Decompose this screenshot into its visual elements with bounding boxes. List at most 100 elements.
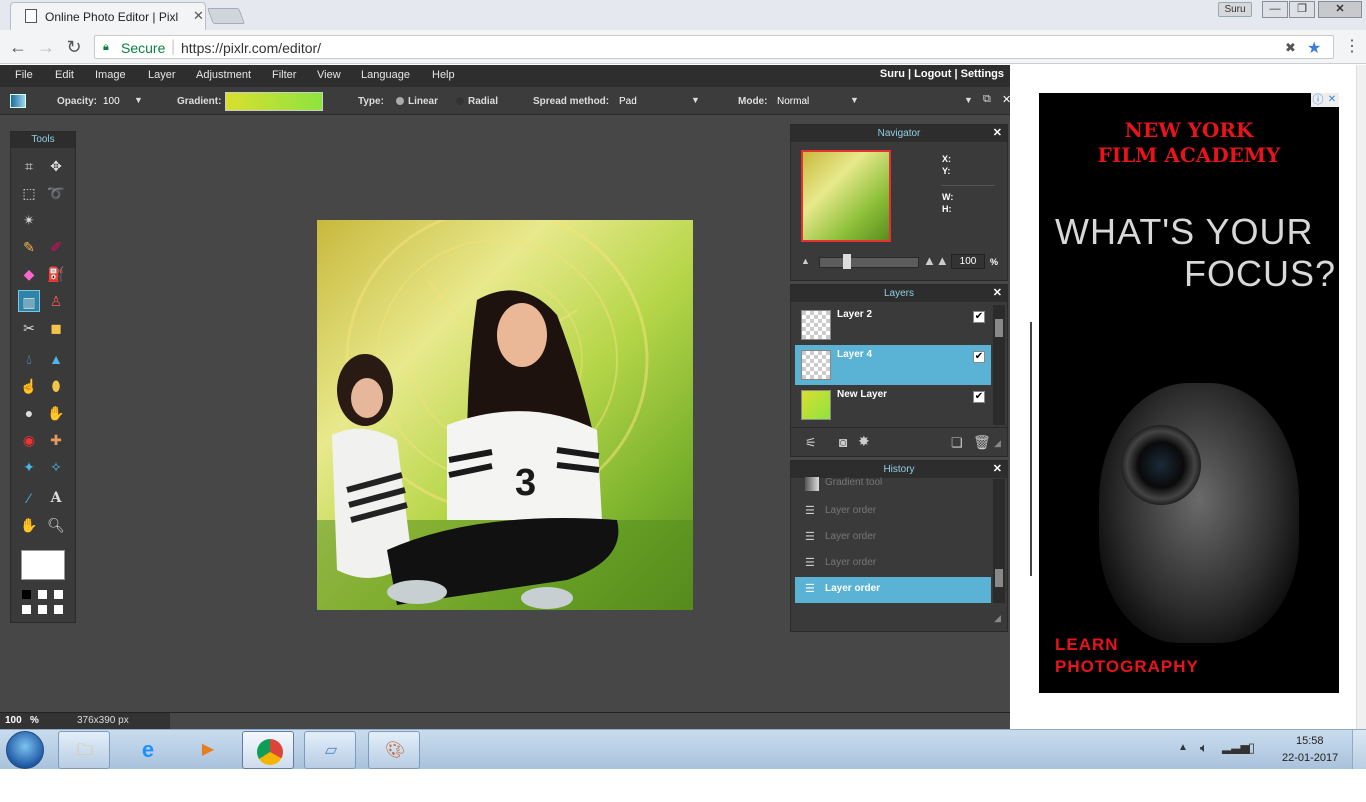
menu-image[interactable]: Image	[95, 69, 126, 81]
history-item[interactable]: ☰ Layer order	[795, 551, 991, 577]
extension-icon[interactable]: ✖	[1285, 40, 1296, 56]
layer-visibility-checkbox[interactable]: ✔	[973, 391, 985, 403]
type-tool-icon[interactable]: A	[45, 487, 67, 509]
zoom-slider[interactable]	[819, 257, 919, 268]
taskbar-ie[interactable]: e	[122, 731, 174, 769]
hand-icon[interactable]: ✋	[18, 514, 40, 536]
menu-filter[interactable]: Filter	[272, 69, 296, 81]
eraser-icon[interactable]: ◆	[18, 263, 40, 285]
forward-arrow-icon[interactable]: →	[36, 37, 56, 58]
brush-icon[interactable]: ✐	[45, 236, 67, 258]
swatch-white-3[interactable]	[22, 605, 31, 614]
power-icon[interactable]: ▯	[1248, 740, 1255, 756]
blur-icon[interactable]: 💧︎	[18, 348, 40, 370]
ad-close-icon[interactable]: ✕	[1325, 93, 1339, 107]
page-scrollbar[interactable]	[1356, 65, 1366, 729]
taskbar-media[interactable]: ▶	[182, 731, 234, 769]
magic-wand-icon[interactable]: ✴	[18, 209, 40, 231]
taskbar-chrome[interactable]	[242, 731, 294, 769]
network-icon[interactable]: ▂▃▅	[1222, 740, 1250, 754]
ad-info-icon[interactable]: ⓘ	[1311, 93, 1325, 107]
history-scroll-thumb[interactable]	[995, 569, 1003, 587]
layer-styles-icon[interactable]: ✸	[858, 433, 870, 450]
menu-edit[interactable]: Edit	[55, 69, 74, 81]
opacity-value[interactable]: 100	[103, 96, 120, 107]
taskbar-paint[interactable]: 🎨︎	[368, 731, 420, 769]
red-eye-icon[interactable]: ◉	[18, 429, 40, 451]
mode-dropdown-icon[interactable]: ▼	[850, 95, 859, 105]
crop-icon[interactable]: ⌗	[18, 155, 40, 177]
zoom-input[interactable]: 100	[951, 254, 985, 269]
url-text[interactable]: https://pixlr.com/editor/	[181, 40, 321, 56]
layer-visibility-checkbox[interactable]: ✔	[973, 351, 985, 363]
tab-close-icon[interactable]: ✕	[193, 8, 204, 24]
move-icon[interactable]: ✥	[45, 155, 67, 177]
gradient-swatch[interactable]	[225, 92, 323, 111]
user-links[interactable]: Suru | Logout | Settings	[880, 68, 1004, 80]
history-scrollbar[interactable]	[993, 479, 1005, 603]
menu-view[interactable]: View	[317, 69, 341, 81]
layers-scroll-thumb[interactable]	[995, 319, 1003, 337]
spread-method-value[interactable]: Pad	[619, 96, 637, 107]
color-replace-icon[interactable]: ✂	[18, 317, 40, 339]
taskbar-explorer[interactable]: 🗀	[58, 731, 110, 769]
browser-tab[interactable]: Online Photo Editor | Pixl ✕	[10, 2, 206, 30]
layer-item[interactable]: Layer 2 ✔	[795, 305, 991, 345]
zoom-icon[interactable]: 🔍︎	[45, 514, 67, 536]
bloat-icon[interactable]: ✦	[18, 456, 40, 478]
new-layer-icon[interactable]: ❏	[951, 435, 963, 451]
menu-adjustment[interactable]: Adjustment	[196, 69, 251, 81]
marquee-icon[interactable]: ⬚	[18, 182, 40, 204]
browser-menu-icon[interactable]: ⋮	[1344, 36, 1360, 56]
opacity-dropdown-icon[interactable]: ▼	[134, 95, 143, 105]
smudge-icon[interactable]: ☝	[18, 375, 40, 397]
history-resize-icon[interactable]: ◢	[994, 613, 1001, 624]
start-button[interactable]	[6, 731, 44, 769]
back-arrow-icon[interactable]: ←	[8, 37, 28, 58]
mode-value[interactable]: Normal	[777, 96, 809, 107]
navigator-close-icon[interactable]: ✕	[993, 126, 1002, 139]
layers-close-icon[interactable]: ✕	[993, 286, 1002, 299]
document-canvas[interactable]: 3	[317, 220, 693, 610]
layer-mask-icon[interactable]: ◙	[839, 434, 847, 450]
layer-item[interactable]: New Layer ✔	[795, 385, 991, 425]
lasso-icon[interactable]: ➰	[45, 182, 67, 204]
clock-date[interactable]: 22-01-2017	[1282, 752, 1338, 764]
layer-visibility-checkbox[interactable]: ✔	[973, 311, 985, 323]
history-item[interactable]: ☰ Layer order	[795, 525, 991, 551]
delete-layer-icon[interactable]: 🗑︎	[973, 434, 991, 451]
pencil-icon[interactable]: ✎	[18, 236, 40, 258]
panel-options-dropdown-icon[interactable]: ▼	[964, 95, 973, 105]
spread-dropdown-icon[interactable]: ▼	[691, 95, 700, 105]
tray-expand-icon[interactable]: ▲	[1178, 742, 1188, 753]
resize-corner-icon[interactable]: ◢	[994, 438, 1001, 449]
swatch-white-4[interactable]	[38, 605, 47, 614]
swatch-white-2[interactable]	[54, 590, 63, 599]
pinch-icon[interactable]: ✧	[45, 456, 67, 478]
clock-time[interactable]: 15:58	[1296, 735, 1324, 747]
history-item-selected[interactable]: ☰ Layer order	[795, 577, 991, 603]
show-desktop-button[interactable]	[1352, 730, 1366, 770]
address-bar[interactable]: 🔒︎ Secure | https://pixlr.com/editor/ ✖ …	[94, 35, 1334, 59]
advertisement[interactable]: NEW YORK FILM ACADEMY ⓘ ✕ WHAT'S YOUR FO…	[1039, 93, 1339, 693]
gradient-icon[interactable]: ▥	[18, 290, 40, 312]
paint-bucket-icon[interactable]: ⛽	[45, 263, 67, 285]
volume-icon[interactable]: 🔈︎	[1200, 740, 1208, 756]
swatch-white-5[interactable]	[54, 605, 63, 614]
radial-label[interactable]: Radial	[468, 96, 498, 107]
bookmark-star-icon[interactable]: ★	[1307, 38, 1321, 58]
menu-file[interactable]: File	[15, 69, 33, 81]
sharpen-icon[interactable]: ▲	[45, 348, 67, 370]
menu-help[interactable]: Help	[432, 69, 455, 81]
radial-radio[interactable]	[456, 97, 464, 105]
layers-scrollbar[interactable]	[993, 305, 1005, 425]
new-tab-button[interactable]	[207, 8, 245, 24]
menu-layer[interactable]: Layer	[148, 69, 176, 81]
drawing-icon[interactable]: ◼	[45, 317, 67, 339]
window-mode-icon[interactable]: ⧉	[983, 93, 991, 106]
zoom-out-icon[interactable]: ▲	[801, 256, 810, 266]
layer-settings-icon[interactable]: ⚟	[805, 435, 817, 451]
linear-radio[interactable]	[396, 97, 404, 105]
layer-item-selected[interactable]: Layer 4 ✔	[795, 345, 991, 385]
linear-label[interactable]: Linear	[408, 96, 438, 107]
